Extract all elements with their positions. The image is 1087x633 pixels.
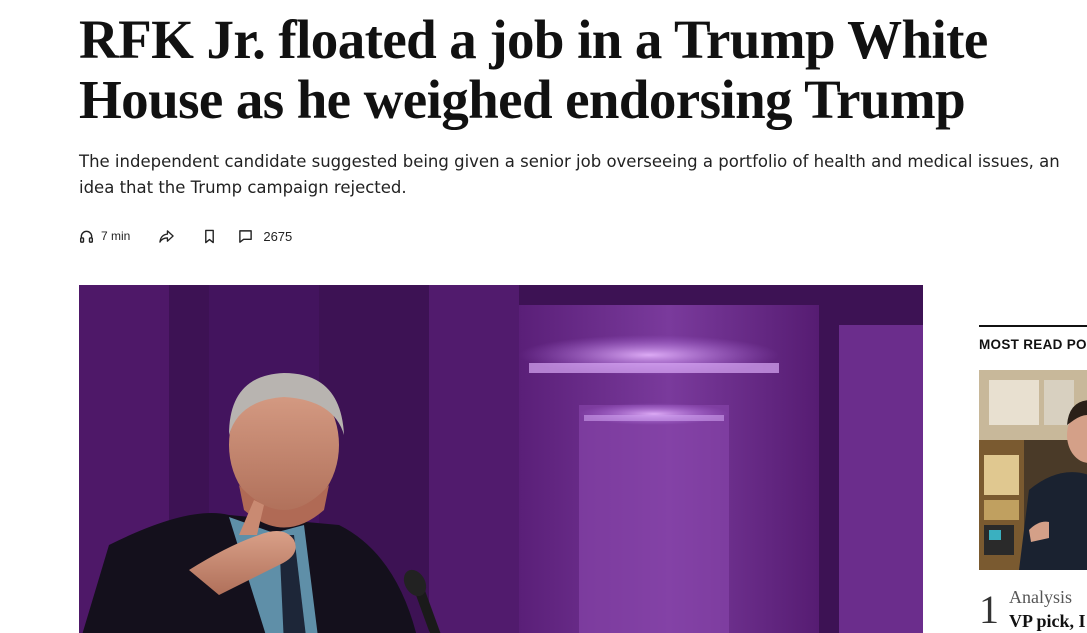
bookmark-icon: [203, 229, 216, 244]
article-page: RFK Jr. floated a job in a Trump White H…: [0, 0, 1087, 633]
most-read-rule: [979, 325, 1087, 327]
hero-photo-illustration: [79, 285, 923, 633]
most-read-kicker: Analysis: [1009, 587, 1072, 607]
most-read-label: MOST READ PO: [979, 337, 1087, 352]
share-icon: [158, 229, 175, 244]
comment-icon: [238, 229, 253, 244]
most-read-module: MOST READ PO 1 Analysis VP pick, I: [979, 325, 1087, 631]
listen-button[interactable]: 7 min: [79, 229, 130, 244]
article-toolbar: 7 min 2675: [79, 224, 292, 248]
share-button[interactable]: [158, 229, 175, 244]
most-read-title-link[interactable]: VP pick, I: [1009, 611, 1086, 632]
headline: RFK Jr. floated a job in a Trump White H…: [79, 9, 988, 130]
most-read-rank: 1: [979, 587, 999, 632]
listen-duration: 7 min: [101, 229, 131, 243]
hero-image[interactable]: [79, 285, 923, 633]
most-read-photo-illustration: [979, 370, 1087, 570]
comments-count: 2675: [263, 228, 293, 244]
headphones-icon: [79, 229, 94, 244]
most-read-thumbnail[interactable]: [979, 370, 1087, 570]
article-dek: The independent candidate suggested bein…: [79, 152, 1060, 197]
save-button[interactable]: [203, 229, 216, 244]
comments-button[interactable]: 2675: [238, 229, 292, 244]
